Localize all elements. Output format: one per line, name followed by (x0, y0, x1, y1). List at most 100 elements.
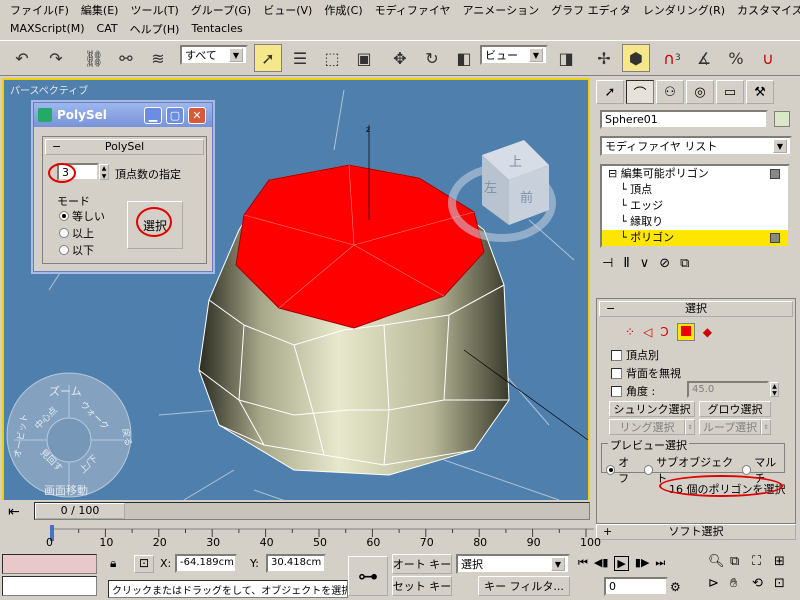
make-unique-icon[interactable]: ∨ (640, 256, 650, 271)
modify-tab-icon[interactable]: ⌒ (626, 80, 654, 104)
vertex-count-spinner[interactable]: ▲ ▼ (99, 164, 109, 180)
motion-tab-icon[interactable]: ◎ (686, 80, 714, 104)
polygon-level-icon[interactable] (676, 323, 695, 341)
zoom-extents-icon[interactable]: ⛶ (752, 554, 774, 576)
mode-greater-radio[interactable]: 以上 (59, 225, 105, 241)
hierarchy-tab-icon[interactable]: ⚇ (656, 80, 684, 104)
bind-space-warp-icon[interactable]: ≋ (144, 44, 172, 72)
maximize-viewport-icon[interactable]: ⊡ (774, 576, 796, 598)
remove-modifier-icon[interactable]: ⊘ (659, 256, 670, 271)
select-and-link-icon[interactable]: ⛓ (80, 44, 108, 72)
minimize-icon[interactable]: ▁ (144, 107, 162, 124)
percent-snap-icon[interactable]: % (722, 44, 750, 72)
menu-customize[interactable]: カスタマイズ(U) (731, 2, 800, 18)
modifier-list-select[interactable]: モディファイヤ リスト ▼ (600, 136, 792, 156)
stack-item-polygon[interactable]: └ ポリゴン (602, 230, 788, 246)
maxscript-listener-input[interactable] (2, 576, 97, 596)
key-filters-button[interactable]: キー フィルタ... (478, 576, 570, 596)
current-frame-input[interactable]: 0 (604, 577, 668, 596)
stack-item-vertex[interactable]: └ 頂点 (602, 182, 788, 198)
selection-filter-select[interactable]: すべて ▼ (180, 45, 248, 65)
select-manipulate-icon[interactable]: ✢ (590, 44, 618, 72)
unlink-icon[interactable]: ⚯ (112, 44, 140, 72)
configure-sets-icon[interactable]: ⧉ (680, 256, 689, 271)
menu-tentacles[interactable]: Tentacles (185, 22, 248, 35)
menu-maxscript[interactable]: MAXScript(M) (4, 22, 91, 35)
next-frame-icon[interactable]: ▮▶ (635, 556, 650, 571)
ring-button[interactable]: リング選択 (609, 419, 685, 435)
menu-create[interactable]: 作成(C) (318, 2, 368, 18)
display-tab-icon[interactable]: ▭ (716, 80, 744, 104)
maximize-icon[interactable]: ▢ (166, 107, 184, 124)
time-configuration-icon[interactable]: ⚙ (670, 580, 681, 594)
snap-toggle-icon[interactable]: ∩ 3 (658, 44, 686, 72)
angle-input[interactable]: 45.0 (687, 381, 769, 398)
mode-equal-radio[interactable]: 等しい (59, 208, 105, 224)
time-slider[interactable]: 0 / 100 (34, 502, 590, 520)
redo-icon[interactable]: ↷ (42, 44, 70, 72)
go-to-end-icon[interactable]: ⏭ (655, 556, 665, 571)
spinner-snap-icon[interactable]: ∪ (754, 44, 782, 72)
scale-icon[interactable]: ◧ (450, 44, 478, 72)
edge-level-icon[interactable]: ◁ (643, 325, 652, 339)
maxscript-listener-mini[interactable] (2, 554, 97, 574)
ring-spinner[interactable]: ⇕ (685, 419, 695, 435)
shrink-button[interactable]: シュリンク選択 (609, 401, 695, 417)
absolute-mode-icon[interactable]: ⊡ (134, 555, 154, 573)
select-by-name-icon[interactable]: ☰ (286, 44, 314, 72)
object-name-input[interactable]: Sphere01 (600, 110, 768, 129)
menu-modifiers[interactable]: モディファイヤ (369, 2, 457, 18)
utilities-tab-icon[interactable]: ⚒ (746, 80, 774, 104)
lock-selection-icon[interactable]: 🔒︎ (110, 556, 116, 571)
vertex-level-icon[interactable]: ⁘ (625, 325, 635, 339)
polysel-rollout-header[interactable]: − PolySel (45, 139, 204, 155)
by-vertex-checkbox[interactable]: 頂点別 (611, 347, 659, 363)
menu-help[interactable]: ヘルプ(H) (124, 21, 186, 37)
angle-spinner[interactable]: ▲ ▼ (770, 382, 779, 397)
menu-cat[interactable]: CAT (91, 22, 124, 35)
menu-view[interactable]: ビュー(V) (257, 2, 318, 18)
timeline-ruler[interactable]: 0 10 20 30 40 50 60 70 80 90 100 (0, 523, 601, 551)
stack-item-edge[interactable]: └ エッジ (602, 198, 788, 214)
rectangular-selection-icon[interactable]: ⬚ (318, 44, 346, 72)
window-crossing-icon[interactable]: ▣ (350, 44, 378, 72)
go-to-start-icon[interactable]: ⏮ (578, 556, 588, 571)
close-icon[interactable]: ✕ (188, 107, 206, 124)
selection-rollout-header[interactable]: − 選択 (599, 301, 793, 317)
show-end-result-icon[interactable]: Ⅱ (623, 256, 629, 271)
set-key-button[interactable]: セット キー (392, 576, 452, 596)
grow-button[interactable]: グロウ選択 (699, 401, 771, 417)
angle-checkbox[interactable]: 角度 : (611, 383, 655, 399)
rotate-icon[interactable]: ↻ (418, 44, 446, 72)
stack-item-editable-poly[interactable]: ⊟ 編集可能ポリゴン (602, 166, 788, 182)
mode-less-radio[interactable]: 以下 (59, 242, 105, 258)
play-icon[interactable]: ▶ (614, 556, 629, 571)
menu-graph-editors[interactable]: グラフ エディタ (545, 2, 637, 18)
keyboard-shortcut-override-icon[interactable]: ⬢ (622, 44, 650, 72)
border-level-icon[interactable]: Ɔ (660, 325, 668, 339)
pivot-center-icon[interactable]: ◨ (552, 44, 580, 72)
x-coordinate-input[interactable]: -64.189cm (175, 554, 237, 573)
set-key-icon[interactable]: ⊶ (348, 556, 388, 596)
object-color-swatch[interactable] (774, 111, 790, 127)
menu-group[interactable]: グループ(G) (185, 2, 257, 18)
angle-snap-icon[interactable]: ∡ (690, 44, 718, 72)
menu-edit[interactable]: 編集(E) (75, 2, 125, 18)
pin-stack-icon[interactable]: ⊣ (602, 256, 613, 271)
undo-icon[interactable]: ↶ (8, 44, 36, 72)
loop-spinner[interactable]: ⇕ (761, 419, 771, 435)
auto-key-button[interactable]: オート キー (392, 554, 452, 574)
menu-tools[interactable]: ツール(T) (124, 2, 184, 18)
move-icon[interactable]: ✥ (386, 44, 414, 72)
preview-off-radio[interactable]: オフ (606, 454, 638, 486)
menu-rendering[interactable]: レンダリング(R) (637, 2, 731, 18)
zoom-extents-all-icon[interactable]: ⊞ (774, 554, 796, 576)
create-tab-icon[interactable]: ➚ (596, 80, 624, 104)
stack-item-border[interactable]: └ 縁取り (602, 214, 788, 230)
loop-button[interactable]: ループ選択 (699, 419, 761, 435)
zoom-icon[interactable]: 🔍︎ (708, 554, 730, 576)
field-of-view-icon[interactable]: ⊳ (708, 576, 730, 598)
element-level-icon[interactable]: ◆ (703, 325, 712, 339)
select-object-icon[interactable]: ➚ (254, 44, 282, 72)
zoom-all-icon[interactable]: ⧉ (730, 554, 752, 576)
